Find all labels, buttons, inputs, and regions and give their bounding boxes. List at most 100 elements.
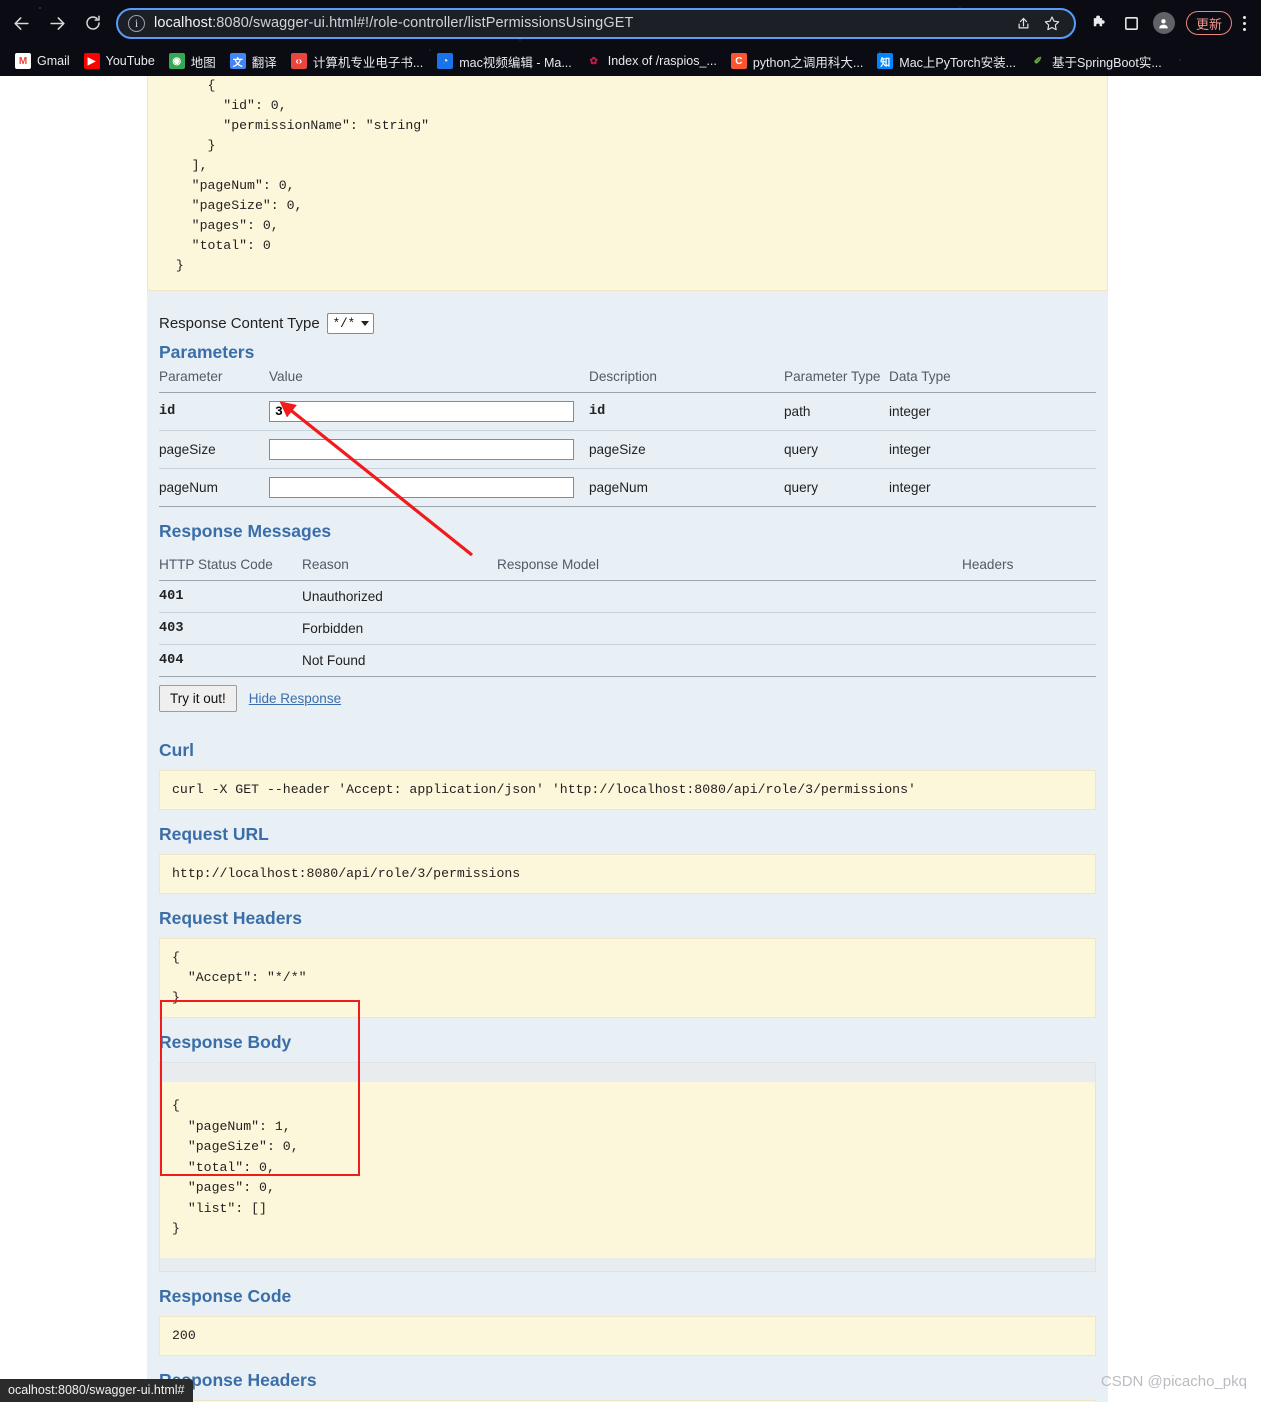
parameter-value-input-pageNum[interactable] bbox=[269, 477, 574, 498]
bookmark-item[interactable]: ◔ mac视频编辑 - Ma... bbox=[430, 49, 579, 73]
puzzle-piece-icon[interactable] bbox=[1086, 8, 1114, 38]
bookmark-label: Mac上PyTorch安装... bbox=[899, 55, 1016, 70]
bookmark-item[interactable]: ▶ YouTube bbox=[77, 49, 162, 73]
parameter-name: pageSize bbox=[159, 430, 269, 469]
parameter-type: query bbox=[784, 468, 889, 507]
response-headers-cell bbox=[962, 580, 1096, 613]
address-bar-url: localhost:8080/swagger-ui.html#!/role-co… bbox=[154, 15, 1008, 31]
parameter-type: path bbox=[784, 392, 889, 431]
response-content-type-label: Response Content Type bbox=[159, 315, 320, 332]
bookmark-item[interactable]: ◉ 地图 bbox=[162, 49, 223, 73]
code-icon: ‹› bbox=[290, 53, 307, 69]
bookmark-item[interactable]: Cpython之调用科大... bbox=[724, 49, 870, 73]
response-headers-heading: Response Headers bbox=[159, 1369, 317, 1390]
request-headers-heading: Request Headers bbox=[159, 908, 302, 928]
response-body-heading: Response Body bbox=[159, 1032, 292, 1052]
response-code-section: Response Code 200 bbox=[159, 1286, 1096, 1356]
http-status-code: 403 bbox=[159, 612, 302, 645]
bookmark-item[interactable]: M Gmail bbox=[8, 49, 77, 73]
browser-status-bubble: ocalhost:8080/swagger-ui.html# bbox=[0, 1379, 193, 1402]
table-row: ididpathinteger bbox=[159, 392, 1096, 431]
parameter-name: pageNum bbox=[159, 468, 269, 507]
bookmark-label: 地图 bbox=[190, 55, 216, 70]
star-icon[interactable] bbox=[1040, 11, 1064, 35]
request-url-value: http://localhost:8080/api/role/3/permiss… bbox=[159, 854, 1096, 894]
status-reason: Unauthorized bbox=[302, 580, 497, 613]
parameter-data-type: integer bbox=[889, 392, 1096, 431]
response-code-heading: Response Code bbox=[159, 1285, 292, 1306]
forward-arrow-icon[interactable] bbox=[42, 8, 72, 38]
youtube-icon: ▶ bbox=[83, 53, 100, 69]
bookmark-item[interactable]: 文翻译 bbox=[223, 49, 284, 73]
curl-command: curl -X GET --header 'Accept: applicatio… bbox=[159, 770, 1096, 810]
parameter-value-input-id[interactable] bbox=[269, 401, 574, 422]
csdn-icon: C bbox=[730, 53, 747, 69]
table-row: 403 Forbidden bbox=[159, 612, 1096, 645]
bookmark-item[interactable]: 知 Mac上PyTorch安装... bbox=[870, 49, 1023, 73]
response-body-container: { "pageNum": 1, "pageSize": 0, "total": … bbox=[159, 1062, 1096, 1272]
bookmark-item[interactable]: ✿ Index of /raspios_... bbox=[579, 49, 724, 73]
parameter-name: id bbox=[159, 392, 269, 431]
response-model bbox=[497, 580, 962, 613]
parameters-table-header-row: Parameter Value Description Parameter Ty… bbox=[159, 363, 1096, 393]
response-headers-section: Response Headers { "connection": "keep-a… bbox=[159, 1370, 1096, 1402]
bookmark-label: mac视频编辑 - Ma... bbox=[459, 55, 572, 70]
request-url-heading: Request URL bbox=[159, 824, 269, 844]
bookmark-label: 基于SpringBoot实... bbox=[1051, 55, 1162, 70]
zhihu-icon: 知 bbox=[877, 53, 894, 69]
parameter-value-input-pageSize[interactable] bbox=[269, 439, 574, 460]
col-http-status-code: HTTP Status Code bbox=[159, 551, 302, 581]
csdn-watermark: CSDN @picacho_pkq bbox=[1100, 1373, 1247, 1390]
request-headers-section: Request Headers { "Accept": "*/*" } bbox=[159, 908, 1096, 1018]
swagger-operation-panel: { "id": 0, "permissionName": "string" } … bbox=[147, 76, 1108, 1402]
kebab-menu-icon[interactable] bbox=[1233, 8, 1255, 38]
try-it-out-button[interactable]: Try it out! bbox=[159, 685, 237, 712]
bookmarks-bar: M Gmail ▶ YouTube ◉ 地图文翻译 ‹› 计算机专业电子书... ◔ mac视频编… bbox=[0, 46, 1261, 76]
col-data-type: Data Type bbox=[889, 363, 1096, 393]
back-arrow-icon[interactable] bbox=[6, 8, 36, 38]
curl-heading: Curl bbox=[159, 740, 194, 760]
bookmark-item[interactable]: ✐ 基于SpringBoot实... bbox=[1023, 49, 1169, 73]
response-body-json: { "pageNum": 1, "pageSize": 0, "total": … bbox=[160, 1082, 1095, 1258]
reload-icon[interactable] bbox=[78, 8, 108, 38]
bookmark-label: 计算机专业电子书... bbox=[312, 55, 424, 70]
parameter-value-cell bbox=[269, 392, 589, 431]
col-description: Description bbox=[589, 363, 784, 393]
avatar bbox=[1152, 12, 1175, 34]
response-content-type-select[interactable]: */* bbox=[326, 313, 375, 334]
response-code-value: 200 bbox=[159, 1315, 1096, 1356]
response-model bbox=[497, 644, 962, 677]
request-headers-body: { "Accept": "*/*" } bbox=[159, 938, 1096, 1018]
table-row: pageNum pageNum query integer bbox=[159, 468, 1096, 507]
page-viewport: { "id": 0, "permissionName": "string" } … bbox=[0, 76, 1261, 1402]
parameter-data-type: integer bbox=[889, 468, 1096, 507]
table-row: pageSize pageSize query integer bbox=[159, 430, 1096, 469]
site-info-icon[interactable]: i bbox=[128, 14, 145, 32]
status-reason: Forbidden bbox=[302, 612, 497, 645]
google-maps-icon: ◉ bbox=[168, 53, 185, 69]
share-icon[interactable] bbox=[1012, 11, 1036, 35]
bookmark-item[interactable]: ‹› 计算机专业电子书... bbox=[284, 49, 430, 73]
address-bar-path: :8080/swagger-ui.html#!/role-controller/… bbox=[212, 15, 634, 31]
parameter-value-cell bbox=[269, 468, 589, 507]
update-button[interactable]: 更新 bbox=[1185, 11, 1232, 35]
bookmark-label: python之调用科大... bbox=[752, 55, 864, 70]
browser-chrome: i localhost:8080/swagger-ui.html#!/role-… bbox=[0, 0, 1261, 76]
bookmark-label: 翻译 bbox=[251, 55, 277, 70]
http-status-code: 404 bbox=[159, 644, 302, 677]
col-response-model: Response Model bbox=[497, 551, 962, 581]
address-bar[interactable]: i localhost:8080/swagger-ui.html#!/role-… bbox=[116, 7, 1076, 39]
model-example-json: { "id": 0, "permissionName": "string" } … bbox=[147, 76, 1108, 291]
gmail-icon: M bbox=[15, 53, 31, 69]
curl-section: Curl curl -X GET --header 'Accept: appli… bbox=[159, 740, 1096, 810]
browser-nav-row: i localhost:8080/swagger-ui.html#!/role-… bbox=[0, 0, 1261, 46]
avatar-icon[interactable] bbox=[1150, 8, 1178, 38]
parameter-description: pageSize bbox=[589, 430, 784, 469]
col-value: Value bbox=[269, 363, 589, 393]
side-panel-icon[interactable] bbox=[1118, 8, 1146, 38]
hide-response-link[interactable]: Hide Response bbox=[249, 691, 341, 706]
col-headers: Headers bbox=[962, 551, 1096, 581]
parameter-value-cell bbox=[269, 430, 589, 469]
google-translate-icon: 文 bbox=[229, 53, 246, 69]
parameters-table: Parameter Value Description Parameter Ty… bbox=[159, 363, 1096, 507]
